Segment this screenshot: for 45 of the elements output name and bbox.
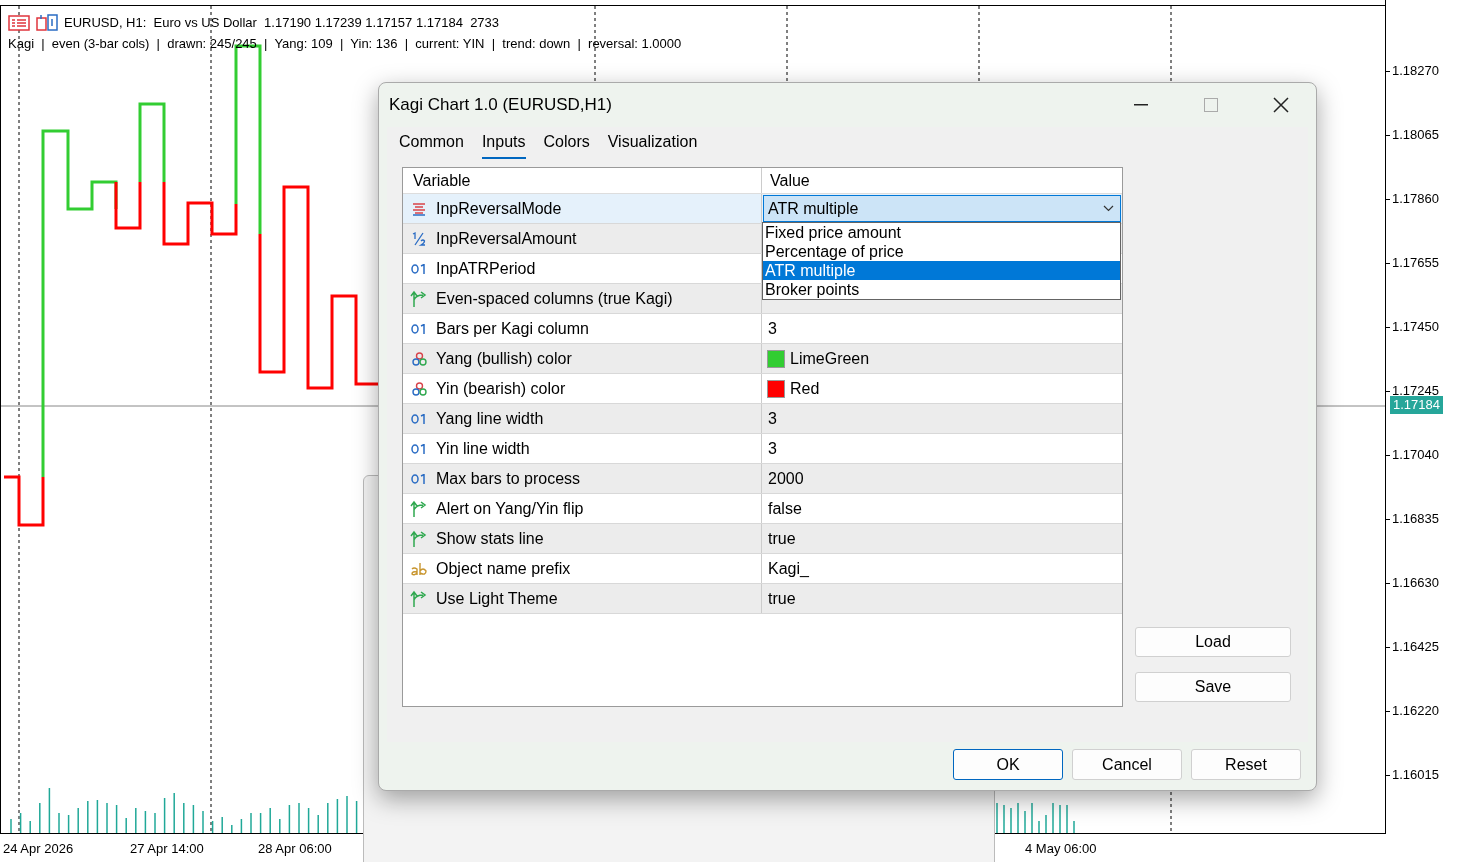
- parameter-value: true: [767, 588, 796, 609]
- time-axis-label: 27 Apr 14:00: [130, 840, 204, 858]
- time-axis-label: 24 Apr 2026: [3, 840, 74, 858]
- price-axis-label: 1.17860: [1392, 190, 1439, 208]
- parameter-name: InpATRPeriod: [436, 258, 536, 279]
- symbol-info-text: EURUSD, H1: Euro vs US Dollar 1.17190 1.17239 1.17157 1.17184 2733: [64, 14, 500, 31]
- kagi-stats-text: Kagi | even (3-bar cols) | drawn: 245/245 | Yang: 109 | Yin: 136 | current: YIN | trend: down | reversal: 1.0000: [8, 36, 683, 52]
- current-price-tag: 1.17184: [1390, 396, 1443, 414]
- parameter-value: LimeGreen: [789, 348, 870, 369]
- parameter-name: Show stats line: [436, 528, 544, 549]
- price-axis-label: 1.17655: [1392, 254, 1439, 272]
- parameter-name: Yang (bullish) color: [436, 348, 572, 369]
- parameter-name: Yin line width: [436, 438, 530, 459]
- price-axis-label: 1.17040: [1392, 446, 1439, 464]
- parameter-name: Max bars to process: [436, 468, 581, 489]
- parameter-value: 2000: [767, 468, 804, 489]
- time-axis-label: 4 May 06:00: [1025, 840, 1097, 858]
- parameter-name: Bars per Kagi column: [436, 318, 589, 339]
- parameter-name: Yang line width: [436, 408, 544, 429]
- column-header: Variable: [403, 168, 762, 193]
- dialog-title: Kagi Chart 1.0 (EURUSD,H1): [389, 94, 613, 117]
- parameter-name: Use Light Theme: [436, 588, 558, 609]
- parameter-name: Alert on Yang/Yin flip: [436, 498, 584, 519]
- price-axis-label: 1.18270: [1392, 62, 1439, 80]
- parameter-value: true: [767, 528, 796, 549]
- price-axis-label: 1.18065: [1392, 126, 1439, 144]
- time-axis-label: 28 Apr 06:00: [258, 840, 332, 858]
- parameter-name: InpReversalAmount: [436, 228, 577, 249]
- price-axis-label: 1.16835: [1392, 510, 1439, 528]
- parameter-name: InpReversalMode: [436, 198, 562, 219]
- price-axis-label: 1.17450: [1392, 318, 1439, 336]
- parameter-value: Red: [789, 378, 820, 399]
- parameter-value: false: [767, 498, 802, 519]
- column-header: Value: [769, 171, 811, 191]
- parameter-name: Object name prefix: [436, 558, 571, 579]
- parameter-value: 3: [767, 318, 777, 339]
- parameter-value: 3: [767, 438, 777, 459]
- price-axis-label: 1.16630: [1392, 574, 1439, 592]
- price-axis-label: 1.16220: [1392, 702, 1439, 720]
- parameter-value: Kagi_: [767, 558, 809, 579]
- parameter-name: Even-spaced columns (true Kagi): [436, 288, 673, 309]
- price-axis-label: 1.16425: [1392, 638, 1439, 656]
- price-axis-label: 1.16015: [1392, 766, 1439, 784]
- parameter-value: 3: [767, 408, 777, 429]
- parameter-name: Yin (bearish) color: [436, 378, 566, 399]
